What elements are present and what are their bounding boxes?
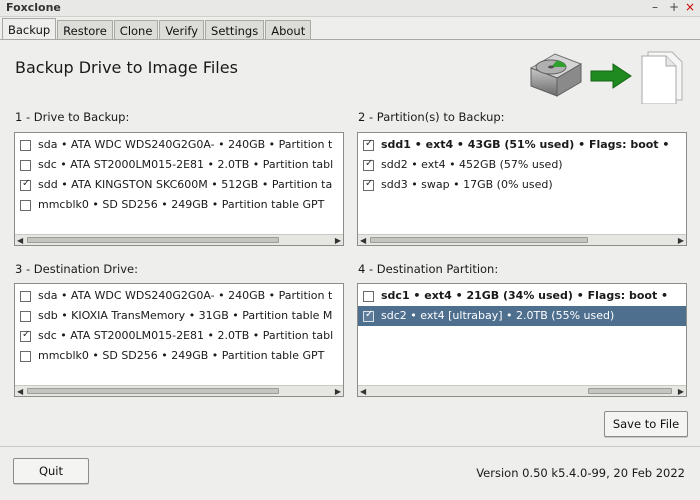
scroll-right-icon[interactable]: ▶	[678, 236, 684, 245]
list-item-label: sda • ATA WDC WDS240G2G0A- • 240GB • Par…	[38, 289, 333, 302]
destination-partition-label: 4 - Destination Partition:	[358, 262, 499, 276]
checkmark-icon: ✓	[365, 138, 374, 149]
checkmark-icon: ✓	[22, 178, 31, 189]
tab-clone[interactable]: Clone	[113, 20, 159, 40]
checkbox[interactable]	[20, 311, 31, 322]
scrollbar-thumb[interactable]	[27, 237, 279, 243]
tab-restore[interactable]: Restore	[57, 20, 113, 40]
drive-to-backup-label: 1 - Drive to Backup:	[15, 110, 130, 124]
scroll-left-icon[interactable]: ◀	[17, 387, 23, 396]
horizontal-scrollbar[interactable]: ◀ ▶	[15, 234, 343, 245]
scroll-left-icon[interactable]: ◀	[360, 387, 366, 396]
list-item-selected[interactable]: ✓ sdc2 • ext4 [ultrabay] • 2.0TB (55% us…	[358, 306, 686, 326]
checkbox[interactable]	[20, 351, 31, 362]
list-item[interactable]: sdb • KIOXIA TransMemory • 31GB • Partit…	[15, 306, 343, 326]
list-item-label: sdc • ATA ST2000LM015-2E81 • 2.0TB • Par…	[38, 158, 334, 171]
checkbox-checked[interactable]: ✓	[363, 178, 374, 191]
horizontal-scrollbar[interactable]: ◀ ▶	[358, 234, 686, 245]
list-item[interactable]: mmcblk0 • SD SD256 • 249GB • Partition t…	[15, 195, 343, 215]
scroll-right-icon[interactable]: ▶	[678, 387, 684, 396]
checkmark-icon: ✓	[365, 178, 374, 189]
checkbox[interactable]	[20, 291, 31, 302]
list-item-label: sdd2 • ext4 • 452GB (57% used)	[381, 158, 563, 171]
tab-about[interactable]: About	[265, 20, 312, 40]
checkbox-checked[interactable]: ✓	[363, 309, 374, 322]
footer-divider	[0, 446, 700, 447]
destination-drive-label: 3 - Destination Drive:	[15, 262, 138, 276]
drive-to-backup-list[interactable]: sda • ATA WDC WDS240G2G0A- • 240GB • Par…	[14, 132, 344, 246]
list-item[interactable]: sda • ATA WDC WDS240G2G0A- • 240GB • Par…	[15, 286, 343, 306]
list-item-label: sdc2 • ext4 [ultrabay] • 2.0TB (55% used…	[381, 309, 615, 322]
list-item-label: sdd1 • ext4 • 43GB (51% used) • Flags: b…	[381, 138, 670, 151]
checkbox-checked[interactable]: ✓	[363, 158, 374, 171]
page-title: Backup Drive to Image Files	[15, 58, 238, 77]
list-item[interactable]: sda • ATA WDC WDS240G2G0A- • 240GB • Par…	[15, 135, 343, 155]
checkbox-checked[interactable]: ✓	[363, 138, 374, 151]
tab-bar: Backup Restore Clone Verify Settings Abo…	[2, 18, 312, 40]
scroll-left-icon[interactable]: ◀	[360, 236, 366, 245]
partitions-to-backup-list[interactable]: ✓ sdd1 • ext4 • 43GB (51% used) • Flags:…	[357, 132, 687, 246]
list-item-label: sdb • KIOXIA TransMemory • 31GB • Partit…	[38, 309, 333, 322]
scroll-right-icon[interactable]: ▶	[335, 236, 341, 245]
list-item[interactable]: ✓ sdd • ATA KINGSTON SKC600M • 512GB • P…	[15, 175, 343, 195]
list-item[interactable]: ✓ sdc • ATA ST2000LM015-2E81 • 2.0TB • P…	[15, 326, 343, 346]
list-item-label: sda • ATA WDC WDS240G2G0A- • 240GB • Par…	[38, 138, 333, 151]
list-item[interactable]: ✓ sdd2 • ext4 • 452GB (57% used)	[358, 155, 686, 175]
close-icon[interactable]: ×	[685, 0, 695, 15]
tab-settings[interactable]: Settings	[205, 20, 265, 40]
list-item[interactable]: sdc • ATA ST2000LM015-2E81 • 2.0TB • Par…	[15, 155, 343, 175]
checkmark-icon: ✓	[22, 329, 31, 340]
list-item[interactable]: ✓ sdd1 • ext4 • 43GB (51% used) • Flags:…	[358, 135, 686, 155]
list-item-label: sdd3 • swap • 17GB (0% used)	[381, 178, 553, 191]
list-item-label: sdc • ATA ST2000LM015-2E81 • 2.0TB • Par…	[38, 329, 334, 342]
list-item[interactable]: ✓ sdd3 • swap • 17GB (0% used)	[358, 175, 686, 195]
minimize-icon[interactable]: –	[652, 0, 658, 15]
list-item[interactable]: sdc1 • ext4 • 21GB (34% used) • Flags: b…	[358, 286, 686, 306]
list-item-label: mmcblk0 • SD SD256 • 249GB • Partition t…	[38, 198, 325, 211]
save-to-file-button[interactable]: Save to File	[604, 411, 688, 437]
checkbox-checked[interactable]: ✓	[20, 178, 31, 191]
scroll-right-icon[interactable]: ▶	[335, 387, 341, 396]
arrow-right-icon	[590, 63, 632, 89]
list-item-label: mmcblk0 • SD SD256 • 249GB • Partition t…	[38, 349, 325, 362]
checkbox[interactable]	[20, 200, 31, 211]
checkbox[interactable]	[20, 140, 31, 151]
quit-button[interactable]: Quit	[13, 458, 89, 484]
tab-backup[interactable]: Backup	[2, 18, 57, 40]
list-item-label: sdc1 • ext4 • 21GB (34% used) • Flags: b…	[381, 289, 669, 302]
tab-verify[interactable]: Verify	[159, 20, 205, 40]
scrollbar-thumb[interactable]	[370, 237, 588, 243]
version-label: Version 0.50 k5.4.0-99, 20 Feb 2022	[476, 466, 685, 480]
hard-drive-icon	[529, 53, 583, 97]
maximize-icon[interactable]: +	[669, 0, 679, 15]
list-item[interactable]: mmcblk0 • SD SD256 • 249GB • Partition t…	[15, 346, 343, 366]
scrollbar-thumb[interactable]	[588, 388, 672, 394]
checkmark-icon: ✓	[365, 309, 374, 320]
window-title: Foxclone	[6, 1, 61, 14]
horizontal-scrollbar[interactable]: ◀ ▶	[358, 385, 686, 396]
list-item-label: sdd • ATA KINGSTON SKC600M • 512GB • Par…	[38, 178, 333, 191]
scroll-left-icon[interactable]: ◀	[17, 236, 23, 245]
checkmark-icon: ✓	[365, 158, 374, 169]
file-icon	[641, 51, 683, 104]
destination-drive-list[interactable]: sda • ATA WDC WDS240G2G0A- • 240GB • Par…	[14, 283, 344, 397]
destination-partition-list[interactable]: sdc1 • ext4 • 21GB (34% used) • Flags: b…	[357, 283, 687, 397]
checkbox[interactable]	[363, 291, 374, 302]
checkbox[interactable]	[20, 160, 31, 171]
partitions-to-backup-label: 2 - Partition(s) to Backup:	[358, 110, 505, 124]
horizontal-scrollbar[interactable]: ◀ ▶	[15, 385, 343, 396]
checkbox-checked[interactable]: ✓	[20, 329, 31, 342]
tab-divider	[0, 39, 700, 40]
scrollbar-thumb[interactable]	[27, 388, 279, 394]
title-bar: Foxclone – + ×	[0, 0, 700, 17]
